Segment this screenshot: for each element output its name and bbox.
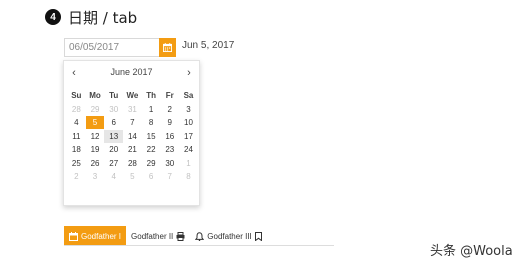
- calendar-day[interactable]: 30: [160, 157, 179, 170]
- calendar-icon: [163, 43, 172, 52]
- calendar-day[interactable]: 4: [67, 116, 86, 129]
- calendar-week-row: 28 29 30 31 1 2 3: [67, 103, 198, 117]
- tab-3[interactable]: Godfather III: [190, 226, 267, 246]
- calendar-day[interactable]: 14: [123, 130, 142, 143]
- calendar-day[interactable]: 1: [179, 157, 198, 170]
- calendar-button[interactable]: [159, 38, 176, 57]
- calendar-day[interactable]: 19: [86, 143, 105, 156]
- weekday-label: Su: [71, 91, 82, 100]
- next-month-button[interactable]: ›: [182, 66, 196, 80]
- calendar-day[interactable]: 6: [142, 170, 161, 183]
- calendar-icon: [69, 231, 78, 241]
- section-title-text: 日期 / tab: [68, 8, 138, 27]
- calendar-day[interactable]: 28: [67, 103, 86, 116]
- calendar-day[interactable]: 25: [67, 157, 86, 170]
- calendar-day[interactable]: 11: [67, 130, 86, 143]
- tab-bar: Godfather I Godfather II Godfather III: [64, 226, 268, 246]
- bookmark-icon: [254, 231, 263, 241]
- calendar-day[interactable]: 3: [86, 170, 105, 183]
- calendar-week-row: 2345678: [67, 170, 198, 184]
- bell-icon: [195, 231, 205, 241]
- calendar-day[interactable]: 5: [123, 170, 142, 183]
- calendar-day[interactable]: 15: [142, 130, 161, 143]
- tab-bar-divider: [64, 245, 334, 246]
- tab-label: Godfather I: [81, 231, 122, 241]
- weekday-label: Mo: [89, 91, 101, 100]
- weekday-label: Sa: [183, 91, 194, 100]
- calendar-day[interactable]: 26: [86, 157, 105, 170]
- calendar-day[interactable]: 10: [179, 116, 198, 129]
- weekday-label: Th: [146, 91, 156, 100]
- calendar-day-today[interactable]: 13: [104, 129, 124, 143]
- calendar-grid: Su Mo Tu We Th Fr Sa 28 29 30 31 1 2 3 4 5 6 7 8 9 10 11 12 13 1…: [67, 89, 198, 184]
- calendar-day[interactable]: 30: [104, 103, 123, 116]
- tab-label: Godfather II: [131, 231, 174, 241]
- chevron-right-icon: ›: [187, 67, 191, 79]
- calendar-day[interactable]: 28: [123, 157, 142, 170]
- calendar-day[interactable]: 3: [179, 103, 198, 116]
- calendar-day[interactable]: 2: [67, 170, 86, 183]
- calendar-day[interactable]: 17: [179, 130, 198, 143]
- calendar-day[interactable]: 29: [86, 103, 105, 116]
- calendar-week-row: 4 5 6 7 8 9 10: [67, 116, 198, 130]
- tab-1[interactable]: Godfather I: [64, 226, 127, 246]
- calendar-week-row: 18 19 20 21 22 23 24: [67, 143, 198, 157]
- calendar-day[interactable]: 1: [142, 103, 161, 116]
- weekday-label: We: [126, 91, 139, 100]
- month-label[interactable]: June 2017: [64, 67, 199, 77]
- calendar-day[interactable]: 4: [104, 170, 123, 183]
- weekday-label: Fr: [165, 91, 174, 100]
- tab-2[interactable]: Godfather II: [126, 226, 190, 246]
- calendar-day[interactable]: 16: [160, 130, 179, 143]
- calendar-day[interactable]: 2: [160, 103, 179, 116]
- datepicker-popup: ‹ June 2017 › Su Mo Tu We Th Fr Sa 28 29 30 31 1 2 3 4…: [63, 60, 200, 206]
- section-title: 4 日期 / tab: [45, 7, 137, 27]
- selected-date-display: Jun 5, 2017: [182, 40, 235, 51]
- date-input[interactable]: [64, 38, 159, 57]
- calendar-day[interactable]: 9: [160, 116, 179, 129]
- watermark: 头条 @Woola: [430, 244, 513, 259]
- calendar-day[interactable]: 8: [142, 116, 161, 129]
- calendar-day[interactable]: 22: [142, 143, 161, 156]
- calendar-day[interactable]: 18: [67, 143, 86, 156]
- calendar-day[interactable]: 24: [179, 143, 198, 156]
- tab-label: Godfather III: [207, 231, 252, 241]
- calendar-day[interactable]: 27: [104, 157, 123, 170]
- calendar-day[interactable]: 7: [160, 170, 179, 183]
- calendar-day[interactable]: 12: [86, 130, 105, 143]
- calendar-day[interactable]: 6: [104, 116, 123, 129]
- calendar-day[interactable]: 23: [160, 143, 179, 156]
- calendar-day[interactable]: 21: [123, 143, 142, 156]
- calendar-day[interactable]: 29: [142, 157, 161, 170]
- calendar-day[interactable]: 8: [179, 170, 198, 183]
- calendar-week-row: 11 12 13 14 15 16 17: [67, 129, 198, 144]
- calendar-week-row: 25 26 27 28 29 30 1: [67, 157, 198, 171]
- calendar-day-selected[interactable]: 5: [85, 116, 105, 129]
- calendar-day[interactable]: 7: [123, 116, 142, 129]
- datepicker-header: ‹ June 2017 ›: [64, 66, 199, 80]
- calendar-day[interactable]: 20: [104, 143, 123, 156]
- step-badge: 4: [45, 9, 61, 25]
- calendar-day[interactable]: 31: [123, 103, 142, 116]
- weekday-label: Tu: [109, 91, 119, 100]
- weekday-header-row: Su Mo Tu We Th Fr Sa: [67, 89, 198, 103]
- print-icon: [176, 231, 185, 241]
